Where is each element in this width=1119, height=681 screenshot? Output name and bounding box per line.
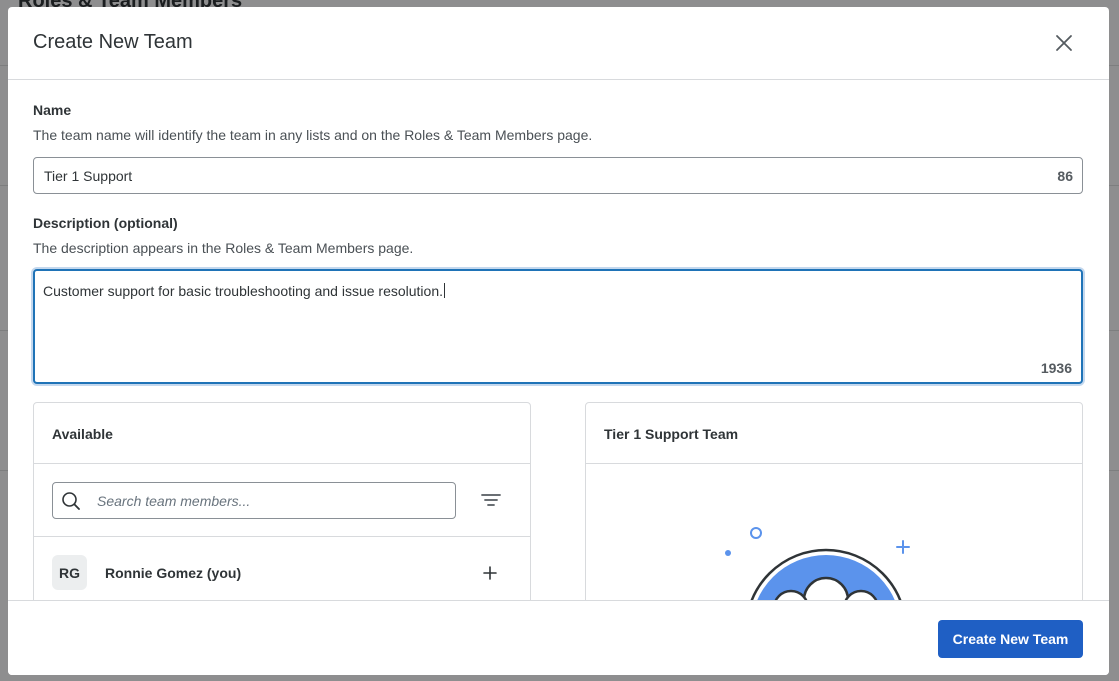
plus-icon[interactable] [482,565,498,581]
available-panel-header: Available [34,403,530,464]
text-caret [444,283,445,298]
description-value: Customer support for basic troubleshooti… [43,283,445,299]
name-char-counter: 86 [1057,168,1073,184]
create-team-modal: Create New Team Name The team name will … [8,7,1109,675]
description-text: Customer support for basic troubleshooti… [43,283,443,299]
search-icon [62,492,80,510]
filter-icon[interactable] [480,490,502,510]
available-members-panel: Available Search team members... RG Ronn… [33,402,531,632]
close-icon [1056,35,1072,51]
modal-footer: Create New Team [8,600,1109,675]
team-name-value: Tier 1 Support [44,168,133,184]
member-search-input[interactable]: Search team members... [52,482,456,519]
description-help-text: The description appears in the Roles & T… [33,240,414,256]
create-team-button[interactable]: Create New Team [938,620,1083,658]
team-members-panel: Tier 1 Support Team [585,402,1083,632]
close-button[interactable] [1052,31,1076,55]
modal-header: Create New Team [8,7,1109,80]
avatar: RG [52,555,87,590]
search-placeholder: Search team members... [97,493,251,509]
description-char-counter: 1936 [1040,360,1072,376]
list-item[interactable]: RG Ronnie Gomez (you) [34,537,530,607]
description-label: Description (optional) [33,215,178,231]
name-help-text: The team name will identify the team in … [33,127,593,143]
team-name-input[interactable]: Tier 1 Support 86 [33,157,1083,194]
team-panel-header: Tier 1 Support Team [586,403,1082,464]
available-panel-title: Available [52,426,113,442]
modal-title: Create New Team [33,31,193,53]
team-panel-title: Tier 1 Support Team [604,426,739,442]
member-name: Ronnie Gomez (you) [105,565,242,581]
description-textarea[interactable]: Customer support for basic troubleshooti… [33,269,1083,384]
name-label: Name [33,102,72,118]
